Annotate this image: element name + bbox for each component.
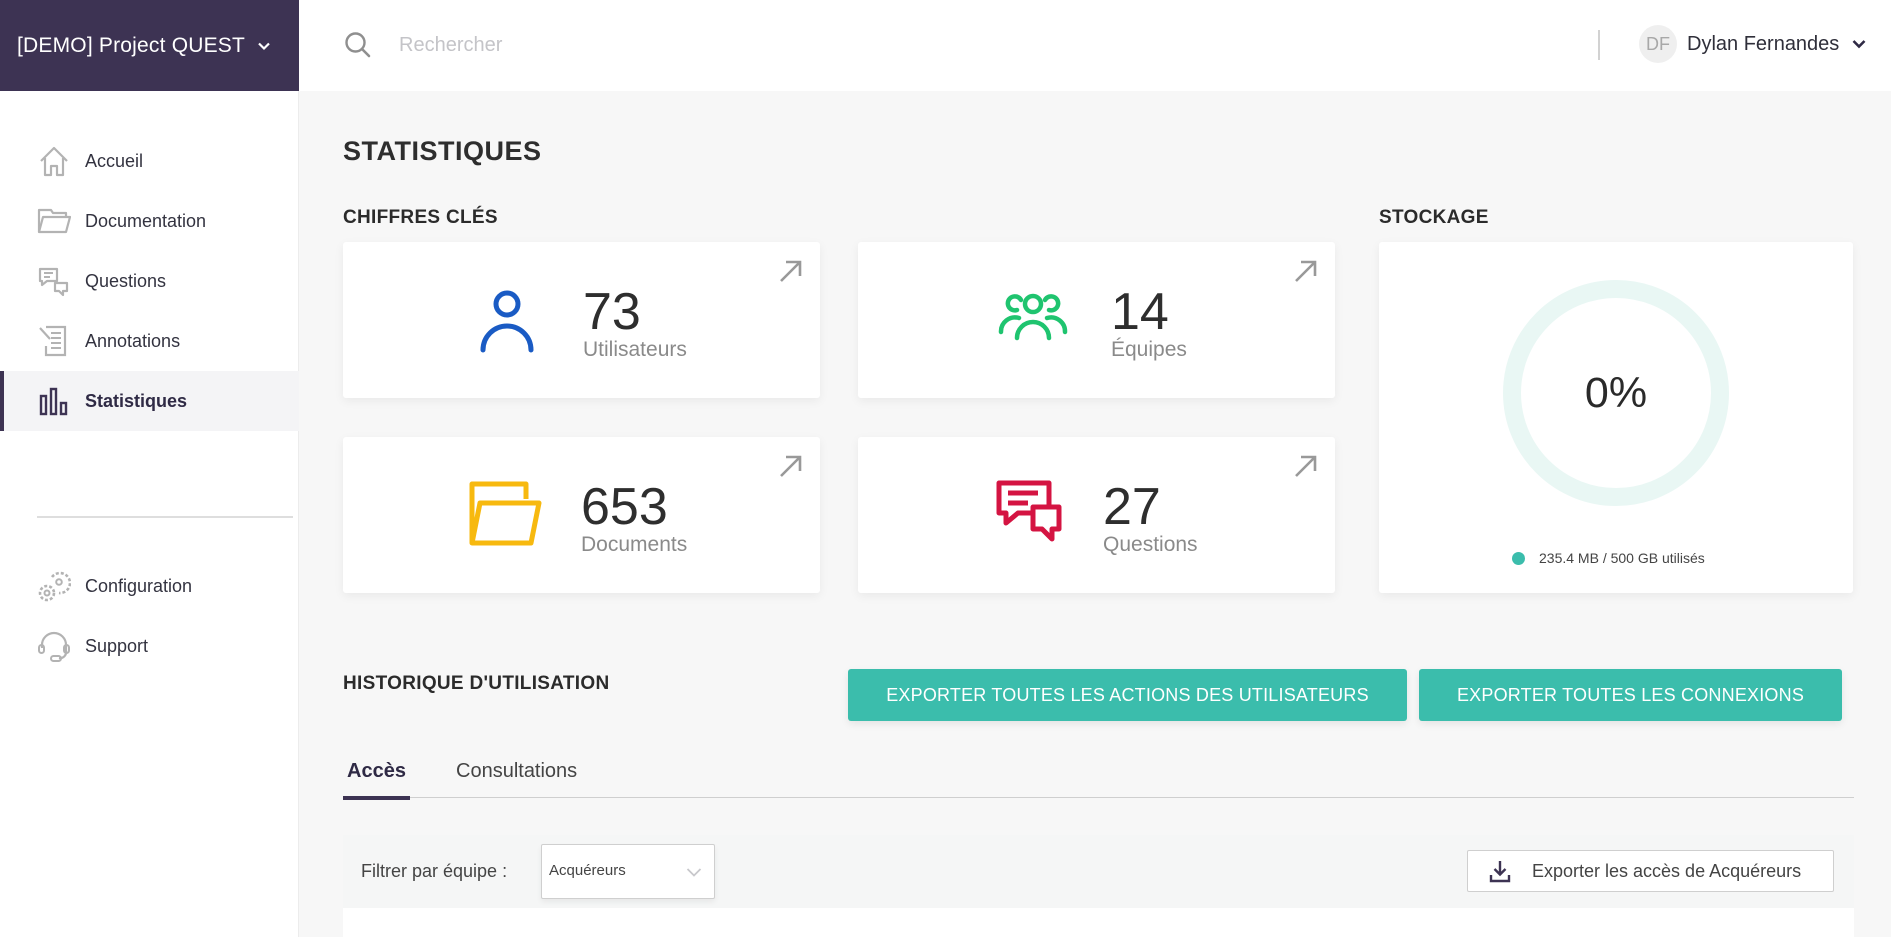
user-menu[interactable]: DF Dylan Fernandes bbox=[1639, 25, 1867, 63]
export-all-actions-button[interactable]: EXPORTER TOUTES LES ACTIONS DES UTILISAT… bbox=[848, 669, 1407, 721]
stat-value: 73 bbox=[583, 283, 641, 341]
document-annotation-icon bbox=[37, 324, 71, 358]
open-arrow-icon[interactable] bbox=[778, 258, 804, 284]
sidebar-item-label: Questions bbox=[85, 270, 167, 291]
export-access-label: Exporter les accès de Acquéreurs bbox=[1532, 860, 1802, 881]
sidebar-divider bbox=[37, 516, 293, 518]
export-all-connections-button[interactable]: EXPORTER TOUTES LES CONNEXIONS bbox=[1419, 669, 1842, 721]
stat-label: Questions bbox=[1103, 533, 1198, 556]
sidebar-item-label: Configuration bbox=[85, 575, 193, 596]
sidebar-item-label: Statistiques bbox=[85, 390, 188, 411]
page-title: STATISTIQUES bbox=[343, 136, 542, 166]
folder-icon bbox=[37, 204, 71, 238]
folder-icon bbox=[467, 475, 543, 551]
storage-card: 0% 235.4 MB / 500 GB utilisés bbox=[1379, 242, 1853, 593]
avatar: DF bbox=[1639, 25, 1677, 63]
divider bbox=[1598, 30, 1600, 60]
top-bar: DF Dylan Fernandes bbox=[299, 0, 1891, 91]
sidebar-item-documentation[interactable]: Documentation bbox=[0, 191, 299, 251]
bar-chart-icon bbox=[37, 384, 71, 418]
open-arrow-icon[interactable] bbox=[1293, 453, 1319, 479]
gears-icon bbox=[37, 569, 71, 603]
chevron-down-icon bbox=[257, 39, 271, 53]
section-title-history: HISTORIQUE D'UTILISATION bbox=[343, 673, 610, 694]
user-icon bbox=[469, 283, 545, 359]
sidebar-item-accueil[interactable]: Accueil bbox=[0, 131, 299, 191]
project-switcher[interactable]: [DEMO] Project QUEST bbox=[0, 0, 299, 91]
section-title-storage: STOCKAGE bbox=[1379, 207, 1489, 228]
filter-bar: Filtrer par équipe : Acquéreurs Exporter… bbox=[343, 835, 1854, 908]
sidebar-item-statistiques[interactable]: Statistiques bbox=[0, 371, 299, 431]
stat-label: Équipes bbox=[1111, 338, 1187, 361]
stat-card-questions[interactable]: 27 Questions bbox=[858, 437, 1335, 593]
stat-label: Utilisateurs bbox=[583, 338, 687, 361]
user-name: Dylan Fernandes bbox=[1687, 32, 1840, 55]
section-title-key-figures: CHIFFRES CLÉS bbox=[343, 207, 498, 228]
project-name: [DEMO] Project QUEST bbox=[17, 33, 246, 57]
storage-percent: 0% bbox=[1584, 368, 1648, 417]
sidebar-item-annotations[interactable]: Annotations bbox=[0, 311, 299, 371]
sidebar-item-support[interactable]: Support bbox=[0, 616, 299, 676]
history-tabs: Accès Consultations bbox=[343, 752, 1854, 800]
sidebar-item-configuration[interactable]: Configuration bbox=[0, 556, 299, 616]
chevron-down-icon bbox=[686, 864, 702, 880]
sidebar-item-label: Accueil bbox=[85, 150, 144, 171]
headset-icon bbox=[37, 629, 71, 663]
sidebar-item-label: Documentation bbox=[85, 210, 207, 231]
search-input[interactable] bbox=[399, 28, 999, 62]
storage-usage-text: 235.4 MB / 500 GB utilisés bbox=[1539, 550, 1705, 566]
sidebar: Accueil Documentation Questions Annotati… bbox=[0, 91, 299, 937]
tab-consultations[interactable]: Consultations bbox=[456, 752, 577, 798]
team-icon bbox=[995, 278, 1071, 354]
chat-bubbles-icon bbox=[992, 473, 1068, 549]
search-icon bbox=[343, 30, 373, 60]
open-arrow-icon[interactable] bbox=[778, 453, 804, 479]
legend-dot bbox=[1512, 551, 1525, 565]
history-content bbox=[343, 908, 1854, 937]
chat-bubbles-icon bbox=[37, 264, 71, 298]
storage-legend: 235.4 MB / 500 GB utilisés bbox=[1512, 550, 1705, 566]
filter-label: Filtrer par équipe : bbox=[361, 861, 508, 881]
open-arrow-icon[interactable] bbox=[1293, 258, 1319, 284]
sidebar-item-label: Annotations bbox=[85, 330, 181, 351]
team-filter-value: Acquéreurs bbox=[549, 862, 626, 879]
sidebar-item-questions[interactable]: Questions bbox=[0, 251, 299, 311]
chevron-down-icon bbox=[1851, 36, 1867, 52]
home-icon bbox=[37, 144, 71, 178]
sidebar-item-label: Support bbox=[85, 635, 149, 656]
stat-value: 653 bbox=[581, 478, 668, 536]
stat-value: 14 bbox=[1111, 283, 1169, 341]
stat-card-documents[interactable]: 653 Documents bbox=[343, 437, 820, 593]
stat-card-teams[interactable]: 14 Équipes bbox=[858, 242, 1335, 398]
stat-label: Documents bbox=[581, 533, 688, 556]
team-filter-select[interactable]: Acquéreurs bbox=[541, 844, 715, 899]
download-icon bbox=[1488, 859, 1512, 883]
stat-card-users[interactable]: 73 Utilisateurs bbox=[343, 242, 820, 398]
export-access-button[interactable]: Exporter les accès de Acquéreurs bbox=[1467, 850, 1834, 892]
tab-acces[interactable]: Accès bbox=[343, 752, 410, 800]
stat-value: 27 bbox=[1103, 478, 1161, 536]
